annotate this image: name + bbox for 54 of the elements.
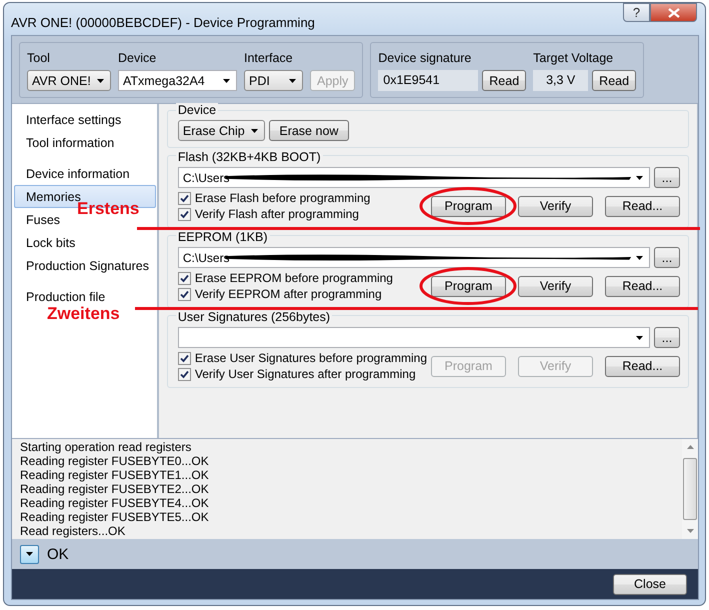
tool-label: Tool	[27, 51, 51, 65]
tool-dropdown[interactable]: AVR ONE!	[27, 70, 111, 91]
section-title: User Signatures (256bytes)	[176, 310, 332, 324]
checkbox-label: Erase User Signatures before programming	[194, 351, 427, 365]
help-button[interactable]: ?	[623, 3, 650, 22]
browse-button[interactable]: ...	[654, 327, 680, 348]
device-label: Device	[118, 51, 158, 65]
sidebar-item[interactable]: Device information	[14, 162, 156, 185]
memory-action-button[interactable]: Read...	[605, 356, 680, 376]
checkbox-label: Verify Flash after programming	[194, 207, 359, 221]
log-line: Reading register FUSEBYTE2...OK	[20, 482, 210, 496]
memory-action-button[interactable]: Program	[431, 196, 506, 216]
device-dropdown[interactable]: ATxmega32A4	[118, 70, 237, 91]
memory-action-button[interactable]: Verify	[518, 276, 593, 296]
file-path-text: C:\Users	[182, 170, 230, 184]
browse-button[interactable]: ...	[654, 167, 680, 188]
file-path-field[interactable]: C:\Users	[178, 167, 650, 188]
checkbox-label: Erase Flash before programming	[194, 191, 370, 205]
memory-action-button[interactable]: Read...	[605, 196, 680, 216]
checkbox-label: Verify EEPROM after programming	[194, 287, 382, 301]
checkbox-label: Erase EEPROM before programming	[194, 271, 393, 285]
read-button[interactable]: Read	[482, 70, 526, 91]
window-title: AVR ONE! (00000BEBCDEF) - Device Programming	[11, 15, 315, 30]
interface-dropdown[interactable]: PDI	[244, 70, 303, 91]
log-line: Starting operation read registers	[20, 440, 192, 454]
close-dialog-button[interactable]: Close	[613, 574, 687, 594]
status-text: OK	[47, 546, 69, 562]
interface-label: Interface	[244, 51, 294, 65]
sidebar-item[interactable]: Tool information	[14, 131, 156, 154]
signature-field: 0x1E9541	[378, 70, 478, 91]
checkbox-label: Verify User Signatures after programming	[194, 367, 416, 381]
log-line: Reading register FUSEBYTE0...OK	[20, 454, 210, 468]
voltage-field: 3,3 V	[533, 70, 588, 91]
signature-label: Device signature	[378, 51, 472, 65]
erase-now-button[interactable]: Erase now	[268, 120, 349, 141]
log-line: Reading register FUSEBYTE4...OK	[20, 496, 210, 510]
section-title: Flash (32KB+4KB BOOT)	[176, 150, 323, 164]
memory-action-button[interactable]: Read...	[605, 276, 680, 296]
log-line: Reading register FUSEBYTE1...OK	[20, 468, 210, 482]
log-line: Read registers...OK	[20, 524, 126, 538]
section-title: EEPROM (1KB)	[176, 230, 270, 244]
sidebar-item[interactable]: Lock bits	[14, 231, 156, 254]
file-path-field[interactable]: C:\Users	[178, 247, 650, 268]
file-path-text: C:\Users	[182, 250, 230, 264]
section-title: Device	[176, 103, 218, 117]
memory-action-button[interactable]: Program	[431, 276, 506, 296]
memory-action-button[interactable]: Verify	[518, 196, 593, 216]
erase-mode-dropdown[interactable]: Erase Chip	[178, 120, 265, 141]
sidebar-item[interactable]: Interface settings	[14, 108, 156, 131]
browse-button[interactable]: ...	[654, 247, 680, 268]
voltage-label: Target Voltage	[533, 51, 614, 65]
log-line: Reading register FUSEBYTE5...OK	[20, 510, 210, 524]
read-button[interactable]: Read	[592, 70, 636, 91]
sidebar-item[interactable]: Production Signatures	[14, 254, 156, 277]
